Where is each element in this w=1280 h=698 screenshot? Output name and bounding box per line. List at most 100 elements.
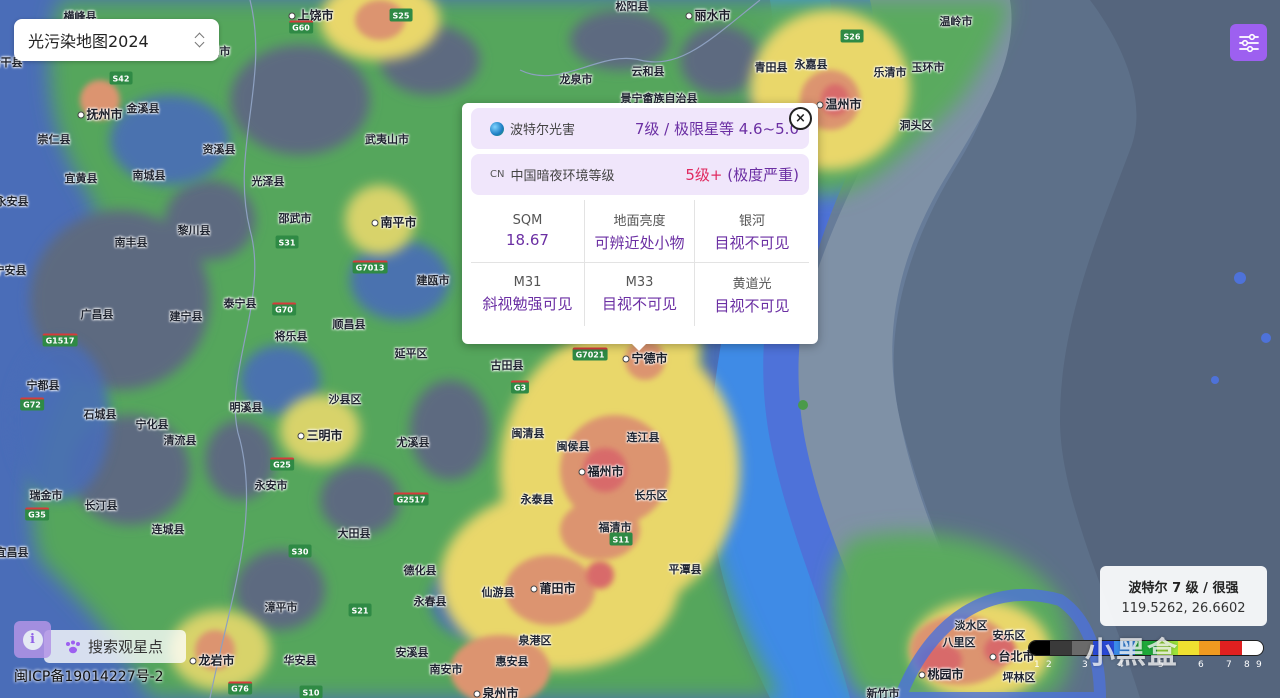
icp-record-link[interactable]: 闽ICP备19014227号-2 — [14, 666, 164, 686]
place-name: 云和县 — [631, 65, 665, 78]
place-label: 新竹市 — [867, 685, 900, 698]
place-label: 将乐县 — [275, 328, 308, 344]
place-name: 安溪县 — [395, 646, 429, 659]
place-name: 长汀县 — [84, 499, 118, 512]
city-marker-icon — [288, 12, 296, 20]
place-label: 崇仁县 — [38, 131, 71, 147]
china-level: 5级+ — [685, 166, 723, 184]
paw-icon — [66, 640, 80, 653]
settings-button[interactable] — [1230, 24, 1267, 61]
select-chevron-icon — [193, 30, 207, 50]
place-label: 南丰县 — [115, 234, 148, 250]
metric-key: M31 — [513, 275, 542, 290]
cn-tag: CN — [490, 169, 505, 180]
road-shield: G7021 — [572, 347, 608, 361]
place-name: 闽清县 — [511, 427, 545, 440]
metric-value: 目视不可见 — [601, 295, 677, 313]
place-label: 平潭县 — [669, 561, 702, 577]
place-name: 龙岩市 — [198, 653, 235, 668]
metric-value: 目视不可见 — [714, 297, 790, 315]
city-marker-icon — [473, 690, 481, 698]
place-name: 宁都县 — [26, 379, 60, 392]
road-shield: G1517 — [42, 333, 78, 347]
cursor-readout: 波特尔 7 级 / 很强 119.5262, 26.6602 — [1100, 566, 1267, 626]
legend-label: 8 — [1244, 660, 1250, 670]
place-name: 建宁县 — [169, 310, 203, 323]
place-label: 石城县 — [84, 406, 117, 422]
place-name: 闽侯县 — [556, 440, 590, 453]
legend-swatch — [1199, 641, 1221, 655]
bortle-value: 7级 / 极限星等 4.6~5.0 — [634, 120, 799, 138]
legend-label: 1 — [1034, 660, 1040, 670]
metric-sqm: SQM 18.67 — [471, 200, 585, 263]
place-label: 德化县 — [404, 562, 437, 578]
place-name: 明溪县 — [229, 401, 263, 414]
metric-key: SQM — [512, 213, 543, 228]
cursor-bortle-level: 波特尔 7 级 / 很强 — [1128, 580, 1239, 596]
place-label: 宁都县 — [27, 377, 60, 393]
place-name: 松阳县 — [615, 0, 649, 13]
road-shield: S31 — [275, 235, 299, 249]
place-label: 桃园市 — [918, 666, 964, 683]
metric-key: 银河 — [738, 213, 765, 229]
place-label: 闽清县 — [512, 425, 545, 441]
road-shield: G2517 — [393, 492, 429, 506]
place-name: 长乐区 — [634, 489, 668, 502]
place-name: 泰宁县 — [223, 297, 257, 310]
metric-key: M33 — [625, 275, 654, 290]
place-name: 洞头区 — [899, 119, 933, 132]
place-name: 宁安县 — [0, 264, 27, 277]
location-info-popup: × 波特尔光害 7级 / 极限星等 4.6~5.0 CN 中国暗夜环境等级 5级… — [462, 103, 818, 351]
place-label: 黎川县 — [178, 222, 211, 238]
place-name: 宜黄县 — [64, 172, 98, 185]
watermark-logo: 小黑盒 — [1085, 628, 1178, 672]
place-name: 将乐县 — [274, 330, 308, 343]
place-name: 崇仁县 — [37, 133, 71, 146]
place-label: 福州市 — [578, 463, 624, 480]
place-name: 连江县 — [626, 431, 660, 444]
place-name: 南安市 — [429, 663, 463, 676]
place-name: 瑞金市 — [29, 489, 63, 502]
place-name: 南平市 — [380, 215, 417, 230]
light-pollution-map[interactable]: 横峰县上饶市松阳县丽水市温岭市德兴市余干县云和县青田县永嘉县乐清市玉环市抚州市金… — [0, 0, 1280, 698]
city-marker-icon — [622, 355, 630, 363]
place-name: 永春县 — [413, 595, 447, 608]
close-icon: × — [795, 111, 806, 126]
metric-m33: M33 目视不可见 — [585, 263, 695, 326]
metric-ground-brightness: 地面亮度 可辨近处小物 — [585, 200, 695, 263]
place-label: 龙岩市 — [189, 652, 235, 669]
place-label: 沙县区 — [329, 391, 362, 407]
legend-swatch — [1241, 641, 1263, 655]
legend-label: 9 — [1256, 660, 1262, 670]
place-label: 龙泉市 — [560, 71, 593, 87]
popup-close-button[interactable]: × — [789, 107, 812, 130]
place-name: 玉环市 — [911, 61, 945, 74]
place-label: 延平区 — [395, 345, 428, 361]
place-name: 金溪县 — [126, 102, 160, 115]
place-label: 永嘉县 — [795, 56, 828, 72]
place-label: 连城县 — [152, 521, 185, 537]
china-level-desc: (极度严重) — [722, 166, 799, 184]
place-label: 温岭市 — [940, 13, 973, 29]
place-label: 宁安县 — [0, 262, 27, 278]
road-shield: G72 — [20, 397, 44, 411]
place-label: 宁化县 — [136, 416, 169, 432]
china-dark-sky-label: 中国暗夜环境等级 — [510, 169, 615, 184]
road-shield: S30 — [288, 544, 312, 558]
place-label: 宁德市 — [622, 350, 668, 367]
info-button[interactable]: i — [14, 621, 51, 658]
place-label: 清流县 — [164, 432, 197, 448]
city-marker-icon — [297, 432, 305, 440]
globe-icon — [490, 121, 504, 136]
road-shield: S25 — [389, 8, 413, 22]
bortle-row: 波特尔光害 7级 / 极限星等 4.6~5.0 — [471, 108, 809, 149]
map-layer-select[interactable]: 光污染地图2024 — [14, 19, 219, 61]
road-shield: G60 — [289, 20, 313, 34]
place-name: 永安市 — [254, 479, 288, 492]
place-name: 南丰县 — [114, 236, 148, 249]
search-stargazing-spots-button[interactable]: 搜索观星点 — [44, 630, 186, 663]
place-label: 乐清市 — [874, 64, 907, 80]
place-name: 永嘉县 — [794, 58, 828, 71]
place-name: 黎川县 — [177, 224, 211, 237]
place-name: 永安县 — [0, 195, 29, 208]
